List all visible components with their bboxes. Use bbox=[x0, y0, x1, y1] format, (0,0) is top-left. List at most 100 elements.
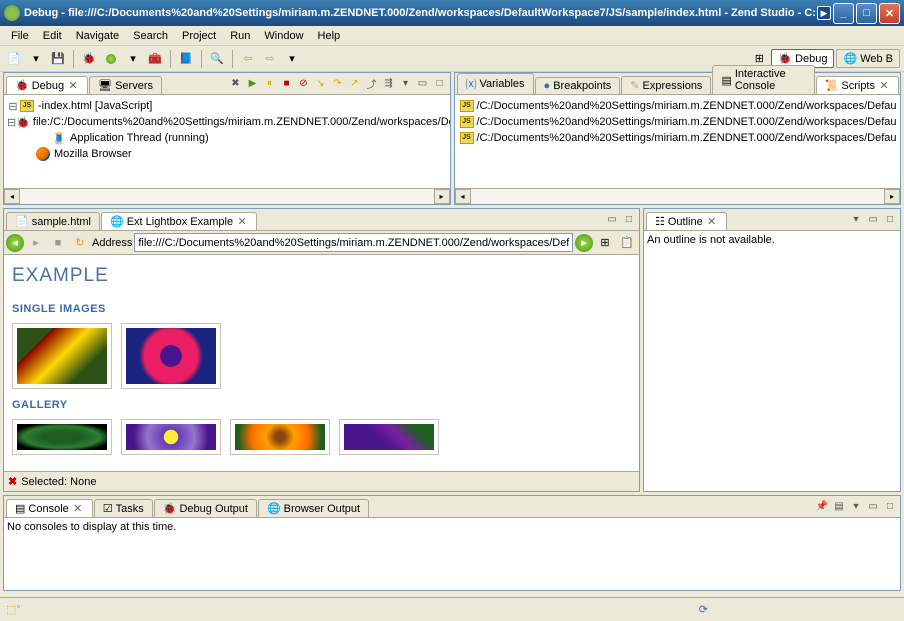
scroll-left-button[interactable]: ◂ bbox=[4, 189, 20, 204]
pin-console-button[interactable]: 📌 bbox=[814, 498, 830, 514]
remove-terminated-button[interactable]: ✖ bbox=[228, 75, 244, 91]
gallery-thumb[interactable] bbox=[121, 419, 221, 455]
step-return-button[interactable]: ↗ bbox=[347, 75, 363, 91]
close-icon[interactable]: ✕ bbox=[72, 503, 84, 515]
tab-tasks[interactable]: ☑Tasks bbox=[94, 499, 153, 517]
minimize-panel-button[interactable]: ▭ bbox=[865, 498, 881, 514]
scroll-left-button[interactable]: ◂ bbox=[455, 189, 471, 204]
debug-hscroll[interactable]: ◂ ▸ bbox=[4, 188, 450, 204]
tab-debug-output[interactable]: 🐞Debug Output bbox=[154, 499, 257, 517]
save-button[interactable]: 💾 bbox=[48, 49, 68, 69]
close-icon[interactable]: ✕ bbox=[878, 80, 890, 92]
tab-debug[interactable]: 🐞Debug✕ bbox=[6, 76, 88, 94]
browser-back-button[interactable]: ◂ bbox=[6, 234, 24, 252]
nav-back-button[interactable]: ⇦ bbox=[238, 49, 258, 69]
display-console-button[interactable]: ▤ bbox=[831, 498, 847, 514]
drop-frame-button[interactable]: ⤴ bbox=[364, 75, 380, 91]
perspective-web[interactable]: 🌐Web B bbox=[836, 49, 900, 68]
debug-menu-button[interactable]: ▾ bbox=[398, 75, 414, 91]
open-console-button[interactable]: ▾ bbox=[848, 498, 864, 514]
menu-project[interactable]: Project bbox=[175, 28, 223, 44]
title-nav-arrow[interactable]: ▶ bbox=[817, 6, 831, 20]
tab-sample-html[interactable]: 📄sample.html bbox=[6, 212, 100, 230]
tab-browser-output[interactable]: 🌐Browser Output bbox=[258, 499, 369, 517]
debug-button[interactable]: 🐞 bbox=[79, 49, 99, 69]
tab-breakpoints[interactable]: ●Breakpoints bbox=[535, 77, 621, 94]
tab-console[interactable]: ▤Console✕ bbox=[6, 499, 93, 517]
tab-servers[interactable]: 🖥Servers bbox=[89, 76, 162, 94]
browser-go-button[interactable]: ▸ bbox=[575, 234, 593, 252]
tab-interactive-console[interactable]: ▤Interactive Console bbox=[712, 65, 814, 94]
new-button[interactable]: 📄 bbox=[4, 49, 24, 69]
single-image-thumb[interactable] bbox=[121, 323, 221, 389]
menu-file[interactable]: File bbox=[4, 28, 36, 44]
menu-run[interactable]: Run bbox=[223, 28, 257, 44]
browser-settings-button[interactable]: 📋 bbox=[617, 233, 637, 253]
tab-lightbox[interactable]: 🌐Ext Lightbox Example✕ bbox=[101, 212, 257, 230]
menu-window[interactable]: Window bbox=[257, 28, 310, 44]
flower-image bbox=[126, 424, 216, 450]
new-php-button[interactable]: 📘 bbox=[176, 49, 196, 69]
single-image-thumb[interactable] bbox=[12, 323, 112, 389]
tree-file[interactable]: ⊟🐞file:/C:/Documents%20and%20Settings/mi… bbox=[7, 114, 447, 130]
scroll-right-button[interactable]: ▸ bbox=[884, 189, 900, 204]
nav-dropdown[interactable]: ▾ bbox=[282, 49, 302, 69]
step-filters-button[interactable]: ⇶ bbox=[381, 75, 397, 91]
search-button[interactable]: 🔍 bbox=[207, 49, 227, 69]
maximize-panel-button[interactable]: □ bbox=[432, 75, 448, 91]
step-over-button[interactable]: ↷ bbox=[330, 75, 346, 91]
terminate-button[interactable]: ■ bbox=[279, 75, 295, 91]
script-item[interactable]: /C:/Documents%20and%20Settings/miriam.m.… bbox=[458, 114, 898, 130]
section-gallery: GALLERY bbox=[12, 399, 631, 411]
close-icon[interactable]: ✕ bbox=[67, 80, 79, 92]
nav-fwd-button[interactable]: ⇨ bbox=[260, 49, 280, 69]
menu-search[interactable]: Search bbox=[126, 28, 175, 44]
disconnect-button[interactable]: ⊘ bbox=[296, 75, 312, 91]
outline-menu-button[interactable]: ▾ bbox=[848, 211, 864, 227]
new-dropdown[interactable]: ▾ bbox=[26, 49, 46, 69]
browser-viewport[interactable]: EXAMPLE SINGLE IMAGES GALLERY bbox=[4, 255, 639, 471]
close-button[interactable]: ✕ bbox=[879, 3, 900, 24]
browser-toggle-button[interactable]: ⊞ bbox=[595, 233, 615, 253]
resume-button[interactable]: ▶ bbox=[245, 75, 261, 91]
maximize-button[interactable]: □ bbox=[856, 3, 877, 24]
gallery-thumb[interactable] bbox=[230, 419, 330, 455]
menu-edit[interactable]: Edit bbox=[36, 28, 69, 44]
browser-stop-button[interactable]: ■ bbox=[48, 233, 68, 253]
close-icon[interactable]: ✕ bbox=[236, 216, 248, 228]
console-body: No consoles to display at this time. bbox=[4, 518, 900, 590]
browser-refresh-button[interactable]: ↻ bbox=[70, 233, 90, 253]
tab-expressions[interactable]: ✎Expressions bbox=[621, 76, 711, 94]
tree-thread[interactable]: 🧵Application Thread (running) bbox=[7, 130, 447, 146]
minimize-panel-button[interactable]: ▭ bbox=[415, 75, 431, 91]
suspend-button[interactable]: ⏸ bbox=[262, 75, 278, 91]
scripts-hscroll[interactable]: ◂ ▸ bbox=[455, 188, 901, 204]
menubar: File Edit Navigate Search Project Run Wi… bbox=[0, 26, 904, 46]
minimize-panel-button[interactable]: ▭ bbox=[604, 211, 620, 227]
menu-navigate[interactable]: Navigate bbox=[69, 28, 126, 44]
external-tools-button[interactable]: 🧰 bbox=[145, 49, 165, 69]
maximize-panel-button[interactable]: □ bbox=[882, 211, 898, 227]
run-button[interactable] bbox=[101, 49, 121, 69]
script-item[interactable]: /C:/Documents%20and%20Settings/miriam.m.… bbox=[458, 130, 898, 146]
tree-browser[interactable]: Mozilla Browser bbox=[7, 146, 447, 162]
run-dropdown[interactable]: ▾ bbox=[123, 49, 143, 69]
gallery-thumb[interactable] bbox=[339, 419, 439, 455]
menu-help[interactable]: Help bbox=[311, 28, 348, 44]
step-into-button[interactable]: ↘ bbox=[313, 75, 329, 91]
scroll-right-button[interactable]: ▸ bbox=[434, 189, 450, 204]
browser-forward-button[interactable]: ▸ bbox=[26, 233, 46, 253]
tab-outline[interactable]: ☷Outline✕ bbox=[646, 212, 727, 230]
address-input[interactable] bbox=[134, 233, 573, 252]
minimize-button[interactable]: _ bbox=[833, 3, 854, 24]
tab-scripts[interactable]: 📜Scripts✕ bbox=[816, 76, 899, 94]
script-item[interactable]: /C:/Documents%20and%20Settings/miriam.m.… bbox=[458, 98, 898, 114]
maximize-panel-button[interactable]: □ bbox=[621, 211, 637, 227]
gallery-thumb[interactable] bbox=[12, 419, 112, 455]
tab-variables[interactable]: ⒳Variables bbox=[457, 73, 534, 94]
close-icon[interactable]: ✕ bbox=[706, 216, 718, 228]
tree-root[interactable]: ⊟-index.html [JavaScript] bbox=[7, 98, 447, 114]
debug-panel: 🐞Debug✕ 🖥Servers ✖ ▶ ⏸ ■ ⊘ ↘ ↷ ↗ ⤴ ⇶ ▾ ▭… bbox=[3, 72, 451, 205]
minimize-panel-button[interactable]: ▭ bbox=[865, 211, 881, 227]
maximize-panel-button[interactable]: □ bbox=[882, 498, 898, 514]
